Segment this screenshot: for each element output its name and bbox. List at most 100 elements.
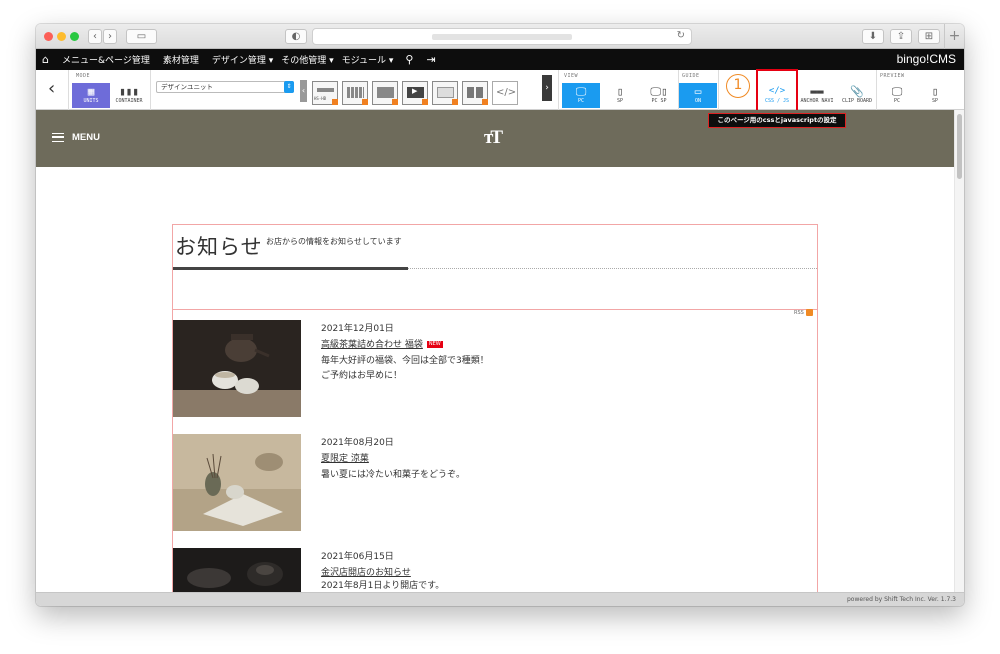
site-logo[interactable]: тT	[484, 127, 503, 149]
view-pc-label: PC	[577, 98, 585, 104]
toolbar-back-button[interactable]: ‹	[48, 78, 55, 99]
guide-on-button[interactable]: ▭ ON	[679, 83, 717, 108]
unit-html-code[interactable]: </>	[492, 81, 518, 105]
unit-video[interactable]: ▶	[402, 81, 428, 105]
search-icon[interactable]: ⚲	[405, 53, 413, 66]
preview-sp-button[interactable]: ▯ SP	[916, 83, 954, 108]
news-title-link[interactable]: 金沢店開店のお知らせ	[321, 565, 411, 578]
cms-admin-bar: ⌂ メニュー&ページ管理 素材管理 デザイン管理 ▾ その他管理 ▾ モジュール…	[36, 49, 964, 70]
view-sp-label: SP	[616, 98, 624, 104]
menu-label: MENU	[72, 132, 100, 143]
privacy-shield-icon[interactable]: ◐	[285, 29, 307, 44]
back-button[interactable]: ‹	[88, 29, 102, 44]
unit-type-select[interactable]: デザインユニット ⇕	[156, 81, 294, 93]
preview-label: PREVIEW	[880, 73, 905, 79]
unit-hs-hb-label: HS-HB	[314, 96, 327, 101]
logout-icon[interactable]: ⇥	[426, 53, 435, 66]
news-title: 夏限定 涼菓	[321, 454, 369, 464]
unit-scroll-right-button[interactable]: ›	[542, 75, 552, 101]
view-label: VIEW	[564, 73, 579, 79]
mode-container-button[interactable]: ▮▮▮ CONTAINER	[110, 83, 148, 108]
news-description-line: 暑い夏には冷たい和菓子をどうぞ。	[321, 470, 466, 480]
page-heading-unit[interactable]: お知らせ お店からの情報をお知らせしています	[172, 224, 818, 310]
sidebar-toggle-button[interactable]: ▭	[126, 29, 157, 44]
scrollbar-thumb[interactable]	[957, 114, 962, 179]
close-window-button[interactable]	[44, 32, 53, 41]
address-bar-blurred-url	[432, 33, 572, 40]
units-grid-icon: ▦	[87, 85, 95, 98]
news-description-line: 毎年大好評の福袋、今回は全部で3種類！	[321, 356, 489, 366]
divider	[718, 70, 719, 110]
mode-units-button[interactable]: ▦ UNITS	[72, 83, 110, 108]
unit-gallery[interactable]	[462, 81, 488, 105]
container-blocks-icon: ▮▮▮	[119, 85, 139, 98]
mode-container-label: CONTAINER	[115, 98, 143, 104]
preview-sp-label: SP	[931, 98, 939, 104]
admin-menu-assets[interactable]: 素材管理	[163, 53, 199, 66]
preview-pc-button[interactable]: 🖵 PC	[878, 83, 916, 108]
mode-units-label: UNITS	[83, 98, 99, 104]
page-subtitle: お店からの情報をお知らせしています	[266, 237, 402, 246]
unit-layout[interactable]	[432, 81, 458, 105]
anchor-bars-icon: ▬▬	[810, 85, 824, 98]
admin-menu-design[interactable]: デザイン管理 ▾	[212, 53, 273, 66]
view-pc-button[interactable]: 🖵 PC	[562, 83, 600, 108]
reload-icon[interactable]: ↻	[677, 30, 685, 41]
address-bar[interactable]: ↻	[312, 28, 692, 45]
highlight-frame	[756, 69, 798, 112]
news-list: 2021年12月01日 高級茶葉詰め合わせ 福袋 NEW 毎年大好評の福袋、今回は…	[172, 310, 818, 594]
news-thumbnail-sweets[interactable]	[173, 434, 301, 531]
view-pc-sp-button[interactable]: 🖵▯ PC SP	[640, 83, 678, 108]
guide-frame-icon: ▭	[694, 85, 702, 98]
admin-menu-modules[interactable]: モジュール ▾	[342, 53, 394, 66]
cms-brand-logo: bingo!CMS	[896, 52, 956, 66]
downloads-button[interactable]: ⬇	[862, 29, 884, 44]
unit-table[interactable]	[342, 81, 368, 105]
share-button[interactable]: ⇪	[890, 29, 912, 44]
scrollbar-track[interactable]	[954, 110, 964, 592]
news-date: 2021年12月01日	[321, 324, 394, 334]
select-arrows-icon: ⇕	[284, 81, 294, 93]
unit-hs-hb[interactable]: HS-HB	[312, 81, 338, 105]
anchor-navi-button[interactable]: ▬▬ ANCHOR NAVI	[798, 83, 836, 108]
news-thumbnail-tea-set[interactable]	[173, 320, 301, 417]
cms-footer: powered by Shift Tech Inc. Ver. 1.7.3	[36, 592, 964, 606]
admin-menu-page-management[interactable]: メニュー&ページ管理	[62, 53, 150, 66]
desktop-icon: 🖵	[575, 85, 587, 98]
zoom-window-button[interactable]	[70, 32, 79, 41]
forward-button[interactable]: ›	[103, 29, 117, 44]
preview-phone-icon: ▯	[931, 85, 939, 98]
news-description-line: ご予約はお早めに！	[321, 371, 403, 381]
cms-toolbar: ‹ MODE ▦ UNITS ▮▮▮ CONTAINER デザインユニット ⇕ …	[36, 70, 964, 110]
admin-menu-other[interactable]: その他管理 ▾	[281, 53, 333, 66]
page-content: お知らせ お店からの情報をお知らせしています RSS 2021年12月01日 高…	[172, 224, 818, 594]
hamburger-icon	[52, 133, 64, 142]
preview-desktop-icon: 🖵	[891, 85, 903, 98]
clipboard-button[interactable]: 📎 CLIP BOARD	[838, 83, 876, 108]
play-icon: ▶	[412, 87, 418, 95]
unit-scroll-left-button[interactable]: ‹	[300, 80, 307, 102]
guide-on-label: ON	[694, 98, 702, 104]
view-sp-button[interactable]: ▯ SP	[601, 83, 639, 108]
news-title: 金沢店開店のお知らせ	[321, 568, 411, 578]
news-title-link[interactable]: 高級茶葉詰め合わせ 福袋 NEW	[321, 337, 443, 350]
unit-image[interactable]	[372, 81, 398, 105]
tab-overview-button[interactable]: ⊞	[918, 29, 940, 44]
menu-button[interactable]: MENU	[52, 132, 100, 143]
clipboard-label: CLIP BOARD	[841, 98, 873, 104]
anchor-navi-label: ANCHOR NAVI	[800, 98, 834, 104]
paperclip-icon: 📎	[850, 85, 864, 98]
minimize-window-button[interactable]	[57, 32, 66, 41]
home-icon[interactable]: ⌂	[42, 53, 49, 66]
news-title-link[interactable]: 夏限定 涼菓	[321, 451, 369, 464]
new-tab-button[interactable]: +	[944, 24, 964, 49]
code-icon: </>	[496, 87, 517, 98]
news-title: 高級茶葉詰め合わせ 福袋	[321, 340, 423, 350]
new-badge: NEW	[426, 341, 443, 348]
page-title: お知らせ	[175, 235, 263, 259]
browser-chrome: ‹ › ▭ ◐ ↻ ⬇ ⇪ ⊞ +	[36, 24, 964, 49]
divider	[150, 70, 151, 110]
smartphone-icon: ▯	[616, 85, 624, 98]
news-thumbnail-store[interactable]	[173, 548, 301, 594]
mode-label: MODE	[76, 73, 91, 79]
